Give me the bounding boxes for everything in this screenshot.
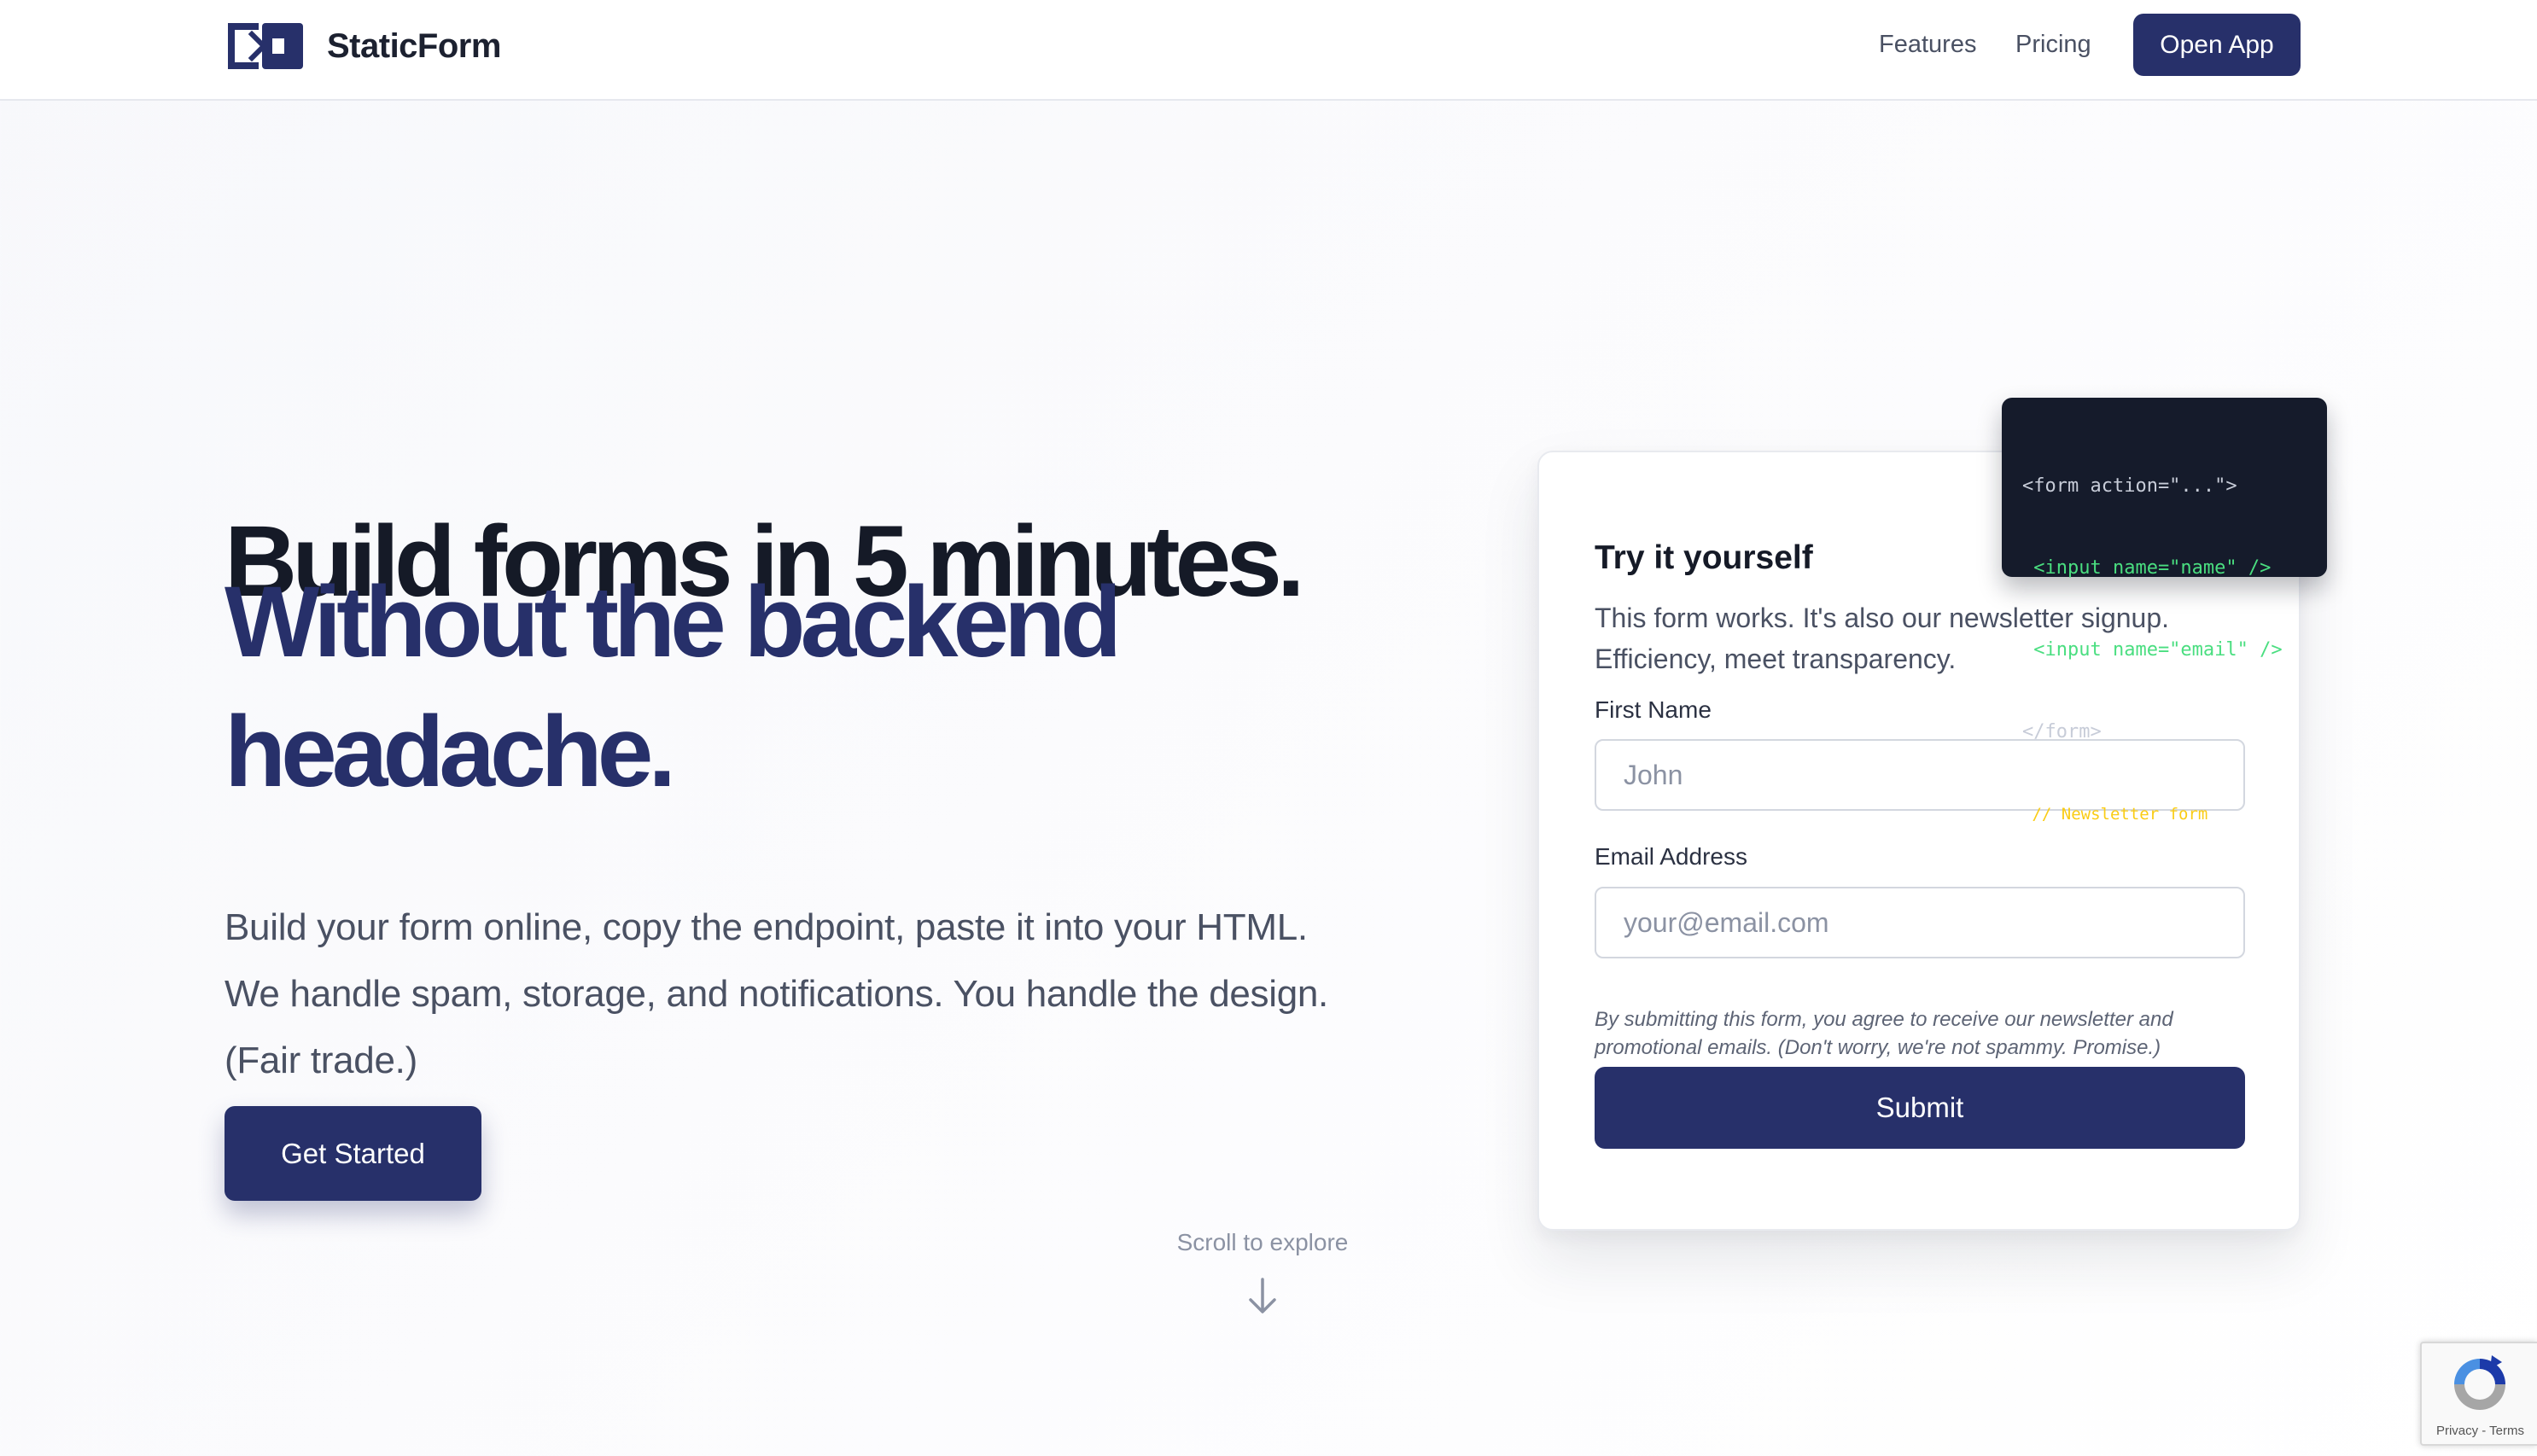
brand-name: StaticForm — [327, 26, 501, 65]
scroll-hint[interactable]: Scroll to explore — [1134, 1229, 1391, 1256]
brand-logo-link[interactable]: StaticForm — [225, 20, 501, 73]
code-comment: // Newsletter form — [2022, 805, 2208, 824]
hero-headline-line-3: headache. — [225, 696, 676, 808]
recaptcha-badge[interactable]: Privacy - Terms — [2420, 1342, 2537, 1446]
arrow-down-icon[interactable] — [1246, 1277, 1279, 1314]
recaptcha-icon — [2454, 1355, 2505, 1410]
nav-link-features[interactable]: Features — [1879, 31, 1976, 59]
code-line: <input name="email" /> — [2022, 639, 2283, 661]
top-nav: StaticForm Features Pricing Open App — [0, 0, 2537, 101]
code-line: </form> — [2022, 721, 2102, 743]
email-input[interactable] — [1595, 887, 2245, 958]
code-line: <form action="..."> — [2022, 475, 2237, 497]
hero-headline-line-2: Without the backend — [225, 566, 1122, 678]
email-label: Email Address — [1595, 843, 1747, 870]
submit-button[interactable]: Submit — [1595, 1067, 2245, 1149]
first-name-label: First Name — [1595, 696, 1712, 723]
code-line: <input name="name" /> — [2022, 557, 2272, 579]
card-title: Try it yourself — [1595, 539, 1813, 577]
nav-link-pricing[interactable]: Pricing — [2015, 31, 2091, 59]
recaptcha-privacy-terms[interactable]: Privacy - Terms — [2422, 1424, 2537, 1438]
get-started-button[interactable]: Get Started — [225, 1106, 481, 1201]
open-app-button[interactable]: Open App — [2133, 14, 2301, 76]
code-snippet-badge: <form action="..."> <input name="name" /… — [2002, 398, 2327, 824]
hero-lead-text: Build your form online, copy the endpoin… — [225, 906, 1328, 1081]
bracket-arrow-logo-icon — [228, 23, 303, 69]
newsletter-disclaimer: By submitting this form, you agree to re… — [1595, 1008, 2173, 1059]
